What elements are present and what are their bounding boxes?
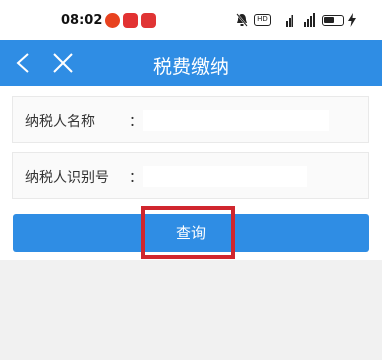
status-bar: 08:02 HD (0, 0, 382, 40)
notification-health-icon (123, 13, 138, 28)
form-panel: 纳税人名称 ： 纳税人识别号 ： 查询 (0, 86, 382, 260)
charging-bolt-icon (348, 13, 356, 27)
taxpayer-name-label: 纳税人名称 (25, 114, 95, 130)
hd-icon: HD (254, 14, 271, 26)
notification-app-icon (105, 13, 120, 28)
network-5g-icon (300, 13, 316, 27)
network-4g-icon (277, 13, 293, 27)
taxpayer-id-colon: ： (129, 170, 143, 186)
taxpayer-name-row: 纳税人名称 ： (12, 96, 369, 143)
taxpayer-id-input[interactable] (143, 166, 307, 187)
taxpayer-id-row: 纳税人识别号 ： (12, 152, 369, 199)
taxpayer-name-input[interactable] (143, 110, 329, 131)
battery-icon (322, 15, 344, 26)
page-title: 税费缴纳 (152, 56, 229, 78)
clock: 08:02 (61, 13, 103, 28)
mute-bell-icon (236, 13, 248, 27)
query-button[interactable]: 查询 (13, 214, 369, 252)
taxpayer-name-colon: ： (129, 114, 143, 130)
app-header: 税费缴纳 (0, 40, 382, 86)
notification-badge-icon (141, 13, 156, 28)
taxpayer-id-label: 纳税人识别号 (25, 170, 109, 186)
